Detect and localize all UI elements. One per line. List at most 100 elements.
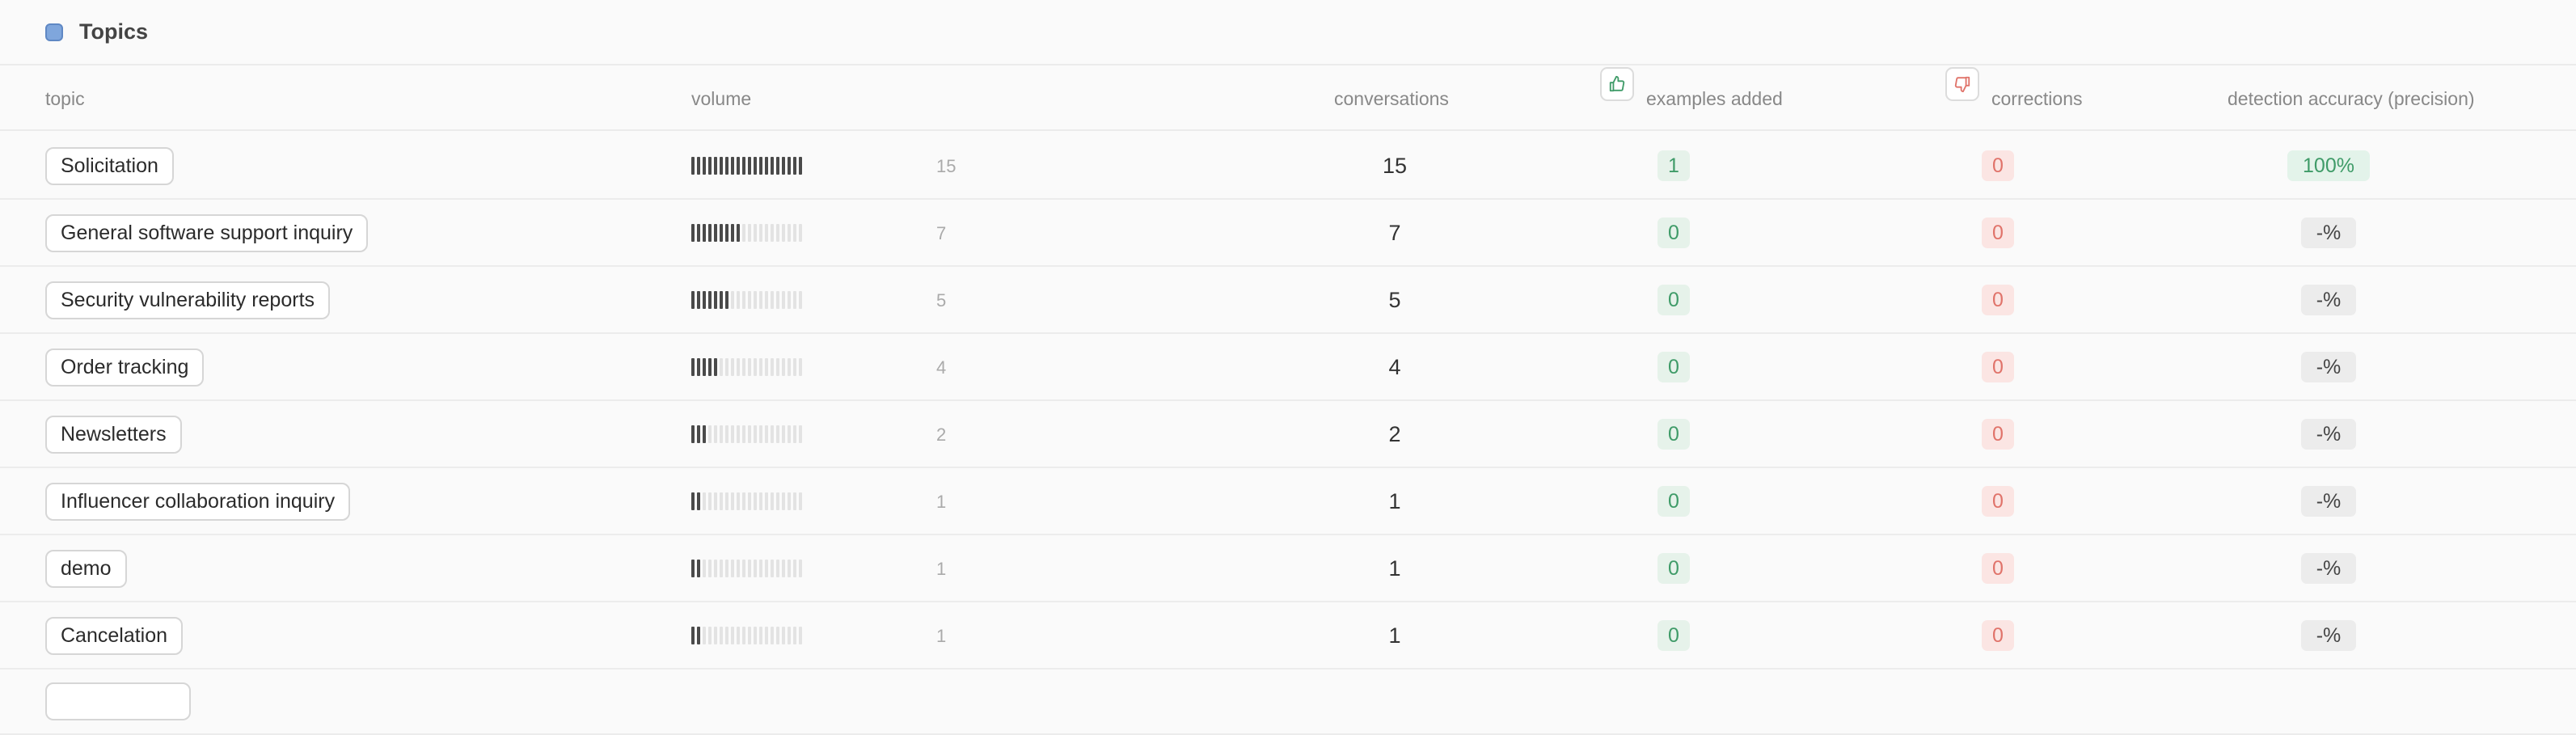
topic-pill[interactable]: Cancelation [45,617,184,655]
topic-pill[interactable]: Solicitation [45,147,174,185]
volume-bar-segment [737,560,740,577]
examples-added-badge[interactable]: 0 [1658,218,1690,248]
volume-bar-segment [708,224,712,242]
table-row[interactable]: Influencer collaboration inquiry 1 1 0 0 -% [0,468,2576,535]
examples-added-badge[interactable]: 0 [1658,486,1690,517]
volume-bar-segment [771,157,774,175]
topic-pill[interactable]: Security vulnerability reports [45,281,331,319]
volume-bar-segment [748,560,751,577]
volume-bar-segment [788,358,791,376]
column-volume[interactable]: volume [691,67,751,131]
volume-bar-segment [782,627,785,644]
column-topic[interactable]: topic [45,67,85,131]
volume-bar-segment [788,291,791,309]
table-row[interactable]: demo 1 1 0 0 -% [0,535,2576,602]
volume-bar-segment [691,425,695,443]
topic-pill[interactable]: demo [45,550,127,588]
examples-added-badge[interactable]: 0 [1658,553,1690,584]
column-corrections[interactable]: corrections [1991,67,2082,131]
volume-count: 15 [936,156,956,176]
table-row[interactable]: Security vulnerability reports 5 5 0 0 -% [0,267,2576,334]
corrections-badge[interactable]: 0 [1982,218,2014,248]
volume-bar-segment [714,627,717,644]
volume-bar-segment [731,425,734,443]
conversations-count: 5 [1388,288,1401,312]
volume-bar-segment [731,560,734,577]
topic-pill-partial[interactable] [45,682,191,720]
corrections-badge[interactable]: 0 [1982,150,2014,181]
topics-square-icon [45,23,63,41]
volume-bar-segment [742,224,745,242]
corrections-badge[interactable]: 0 [1982,419,2014,450]
volume-bar-segment [691,627,695,644]
table-row[interactable]: Solicitation 15 15 1 0 100% [0,133,2576,200]
corrections-badge[interactable]: 0 [1982,553,2014,584]
volume-bar [691,560,804,577]
corrections-badge[interactable]: 0 [1982,285,2014,315]
examples-added-badge[interactable]: 0 [1658,285,1690,315]
thumbs-down-icon[interactable] [1945,67,1979,101]
volume-bar-segment [731,627,734,644]
volume-bar-segment [776,224,779,242]
volume-bar [691,157,804,175]
corrections-badge[interactable]: 0 [1982,620,2014,651]
volume-bar-segment [776,492,779,510]
volume-bar-segment [725,224,728,242]
table-row[interactable]: General software support inquiry 7 7 0 0 -% [0,200,2576,267]
volume-bar-segment [742,157,745,175]
examples-added-badge[interactable]: 0 [1658,352,1690,382]
volume-bar-segment [731,291,734,309]
table-row[interactable]: Order tracking 4 4 0 0 -% [0,334,2576,401]
table-row[interactable] [0,668,2576,735]
volume-bar [691,425,804,443]
corrections-badge[interactable]: 0 [1982,352,2014,382]
volume-bar-segment [776,425,779,443]
column-conversations[interactable]: conversations [1334,67,1449,131]
volume-bar-segment [703,291,706,309]
volume-bar-segment [748,224,751,242]
volume-bar-segment [731,157,734,175]
volume-bar-segment [782,425,785,443]
volume-bar-segment [788,627,791,644]
table-row[interactable]: Newsletters 2 2 0 0 -% [0,401,2576,468]
volume-bar-segment [708,425,712,443]
volume-bar-segment [731,224,734,242]
volume-bar-segment [703,425,706,443]
volume-bar-segment [742,425,745,443]
volume-bar-segment [799,425,802,443]
volume-bar-segment [703,157,706,175]
examples-added-badge[interactable]: 0 [1658,620,1690,651]
corrections-badge[interactable]: 0 [1982,486,2014,517]
volume-bar-segment [771,492,774,510]
volume-bar-segment [776,560,779,577]
volume-bar-segment [765,224,768,242]
volume-bar-segment [703,224,706,242]
column-examples-added[interactable]: examples added [1646,67,1783,131]
volume-bar-segment [771,358,774,376]
volume-bar-segment [754,627,757,644]
volume-bar-segment [748,492,751,510]
examples-added-badge[interactable]: 0 [1658,419,1690,450]
volume-bar-segment [799,157,802,175]
volume-bar-segment [793,627,796,644]
topic-pill[interactable]: Order tracking [45,348,205,387]
table-row[interactable]: Cancelation 1 1 0 0 -% [0,602,2576,670]
volume-bar-segment [765,425,768,443]
volume-bar-segment [742,291,745,309]
volume-bar-segment [737,492,740,510]
volume-bar-segment [742,358,745,376]
thumbs-up-icon[interactable] [1600,67,1634,101]
topic-pill[interactable]: Newsletters [45,416,182,454]
volume-bar-segment [737,291,740,309]
volume-bar-segment [765,157,768,175]
accuracy-badge: -% [2301,620,2356,651]
volume-bar-segment [697,560,700,577]
topic-pill[interactable]: General software support inquiry [45,214,369,252]
examples-added-badge[interactable]: 1 [1658,150,1690,181]
column-detection-accuracy[interactable]: detection accuracy (precision) [2228,67,2475,131]
volume-bar [691,627,804,644]
volume-bar-segment [720,224,723,242]
volume-bar-segment [754,291,757,309]
topics-header: Topics [0,0,2576,65]
topic-pill[interactable]: Influencer collaboration inquiry [45,483,351,521]
